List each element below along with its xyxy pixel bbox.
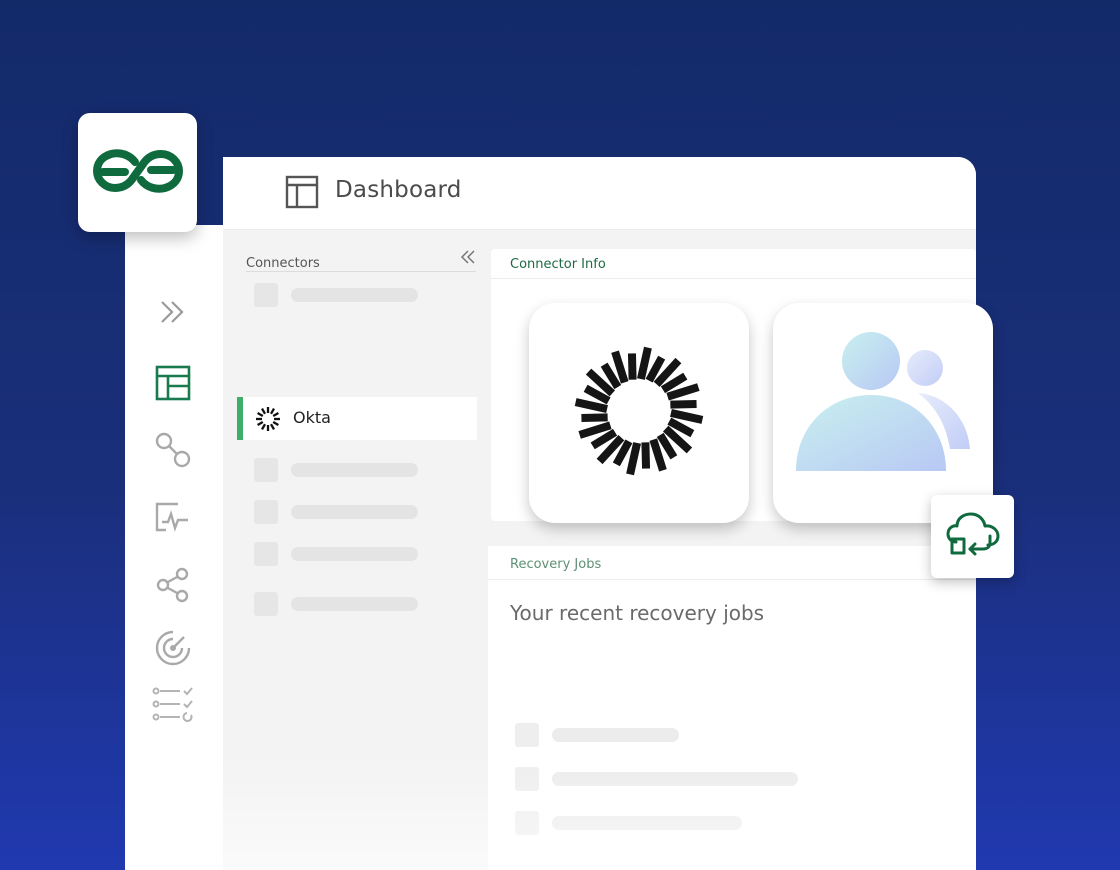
connector-info-label: Connector Info bbox=[510, 257, 606, 272]
selected-indicator bbox=[237, 397, 243, 440]
recovery-jobs-label: Recovery Jobs bbox=[510, 557, 602, 572]
job-placeholder bbox=[515, 723, 795, 747]
dashboard-icon[interactable] bbox=[152, 362, 194, 404]
users-group-icon bbox=[788, 331, 978, 495]
connector-item-okta[interactable]: Okta bbox=[237, 397, 477, 440]
connector-placeholder bbox=[254, 542, 424, 566]
top-bar: Dashboard bbox=[223, 157, 976, 230]
okta-icon bbox=[255, 406, 281, 436]
connectors-label: Connectors bbox=[246, 256, 320, 271]
okta-sunburst-icon bbox=[569, 341, 709, 485]
cloud-restore-icon bbox=[946, 512, 1000, 562]
users-tile bbox=[773, 303, 993, 523]
bottom-fade bbox=[125, 760, 976, 870]
checklist-icon[interactable] bbox=[152, 683, 194, 725]
okta-logo-tile bbox=[529, 303, 749, 523]
monitoring-icon[interactable] bbox=[152, 497, 194, 539]
connector-placeholder bbox=[254, 283, 424, 307]
connector-label-okta: Okta bbox=[293, 408, 331, 427]
dashboard-header-icon bbox=[285, 175, 319, 213]
share-icon[interactable] bbox=[152, 564, 194, 606]
connectors-header: Connectors bbox=[246, 250, 476, 272]
brand-logo-tile bbox=[78, 113, 197, 232]
connector-placeholder bbox=[254, 458, 424, 482]
page-title: Dashboard bbox=[335, 177, 462, 203]
cloud-restore-tile[interactable] bbox=[931, 495, 1014, 578]
target-icon[interactable] bbox=[152, 627, 194, 669]
collapse-icon[interactable] bbox=[460, 250, 476, 268]
infinity-logo-icon bbox=[92, 148, 183, 198]
connections-icon[interactable] bbox=[152, 429, 194, 471]
expand-icon[interactable] bbox=[152, 291, 194, 333]
connector-placeholder bbox=[254, 500, 424, 524]
connector-placeholder bbox=[254, 592, 424, 616]
recovery-jobs-subtitle: Your recent recovery jobs bbox=[510, 601, 765, 625]
